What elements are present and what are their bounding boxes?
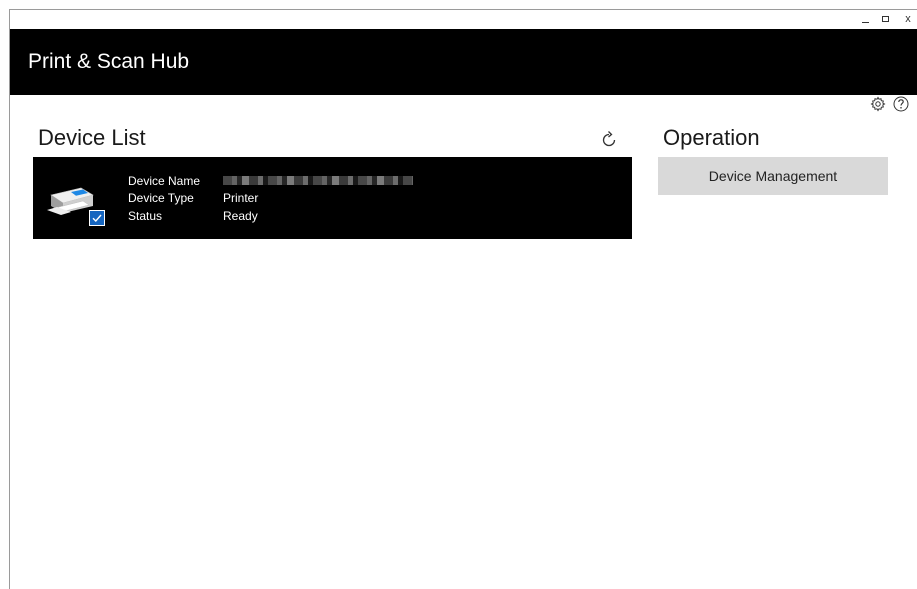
title-bar: x xyxy=(10,10,917,29)
app-header: Print & Scan Hub xyxy=(10,29,917,95)
device-status-label: Status xyxy=(128,209,163,223)
device-status-value: Ready xyxy=(223,209,258,223)
redacted-device-name xyxy=(223,176,413,185)
operation-title: Operation xyxy=(663,125,760,150)
device-type-value: Printer xyxy=(223,191,259,205)
help-circle-icon[interactable] xyxy=(893,96,909,112)
refresh-icon[interactable] xyxy=(599,130,619,150)
device-list-title: Device List xyxy=(38,125,146,150)
minimize-icon xyxy=(862,22,869,23)
device-name-label: Device Name xyxy=(128,174,201,188)
check-icon xyxy=(92,214,102,223)
device-management-button[interactable]: Device Management xyxy=(658,157,888,195)
close-button[interactable]: x xyxy=(900,11,916,27)
app-title: Print & Scan Hub xyxy=(28,50,190,73)
maximize-icon xyxy=(882,16,889,22)
minimize-button[interactable] xyxy=(858,11,874,27)
maximize-button[interactable] xyxy=(879,11,895,27)
gear-icon[interactable] xyxy=(870,96,886,112)
app-window: x Print & Scan Hub xyxy=(9,9,917,589)
device-card[interactable]: Device Name Device Type Printer Status R… xyxy=(33,157,632,239)
device-type-label: Device Type xyxy=(128,191,194,205)
selected-checkbox[interactable] xyxy=(89,210,105,226)
